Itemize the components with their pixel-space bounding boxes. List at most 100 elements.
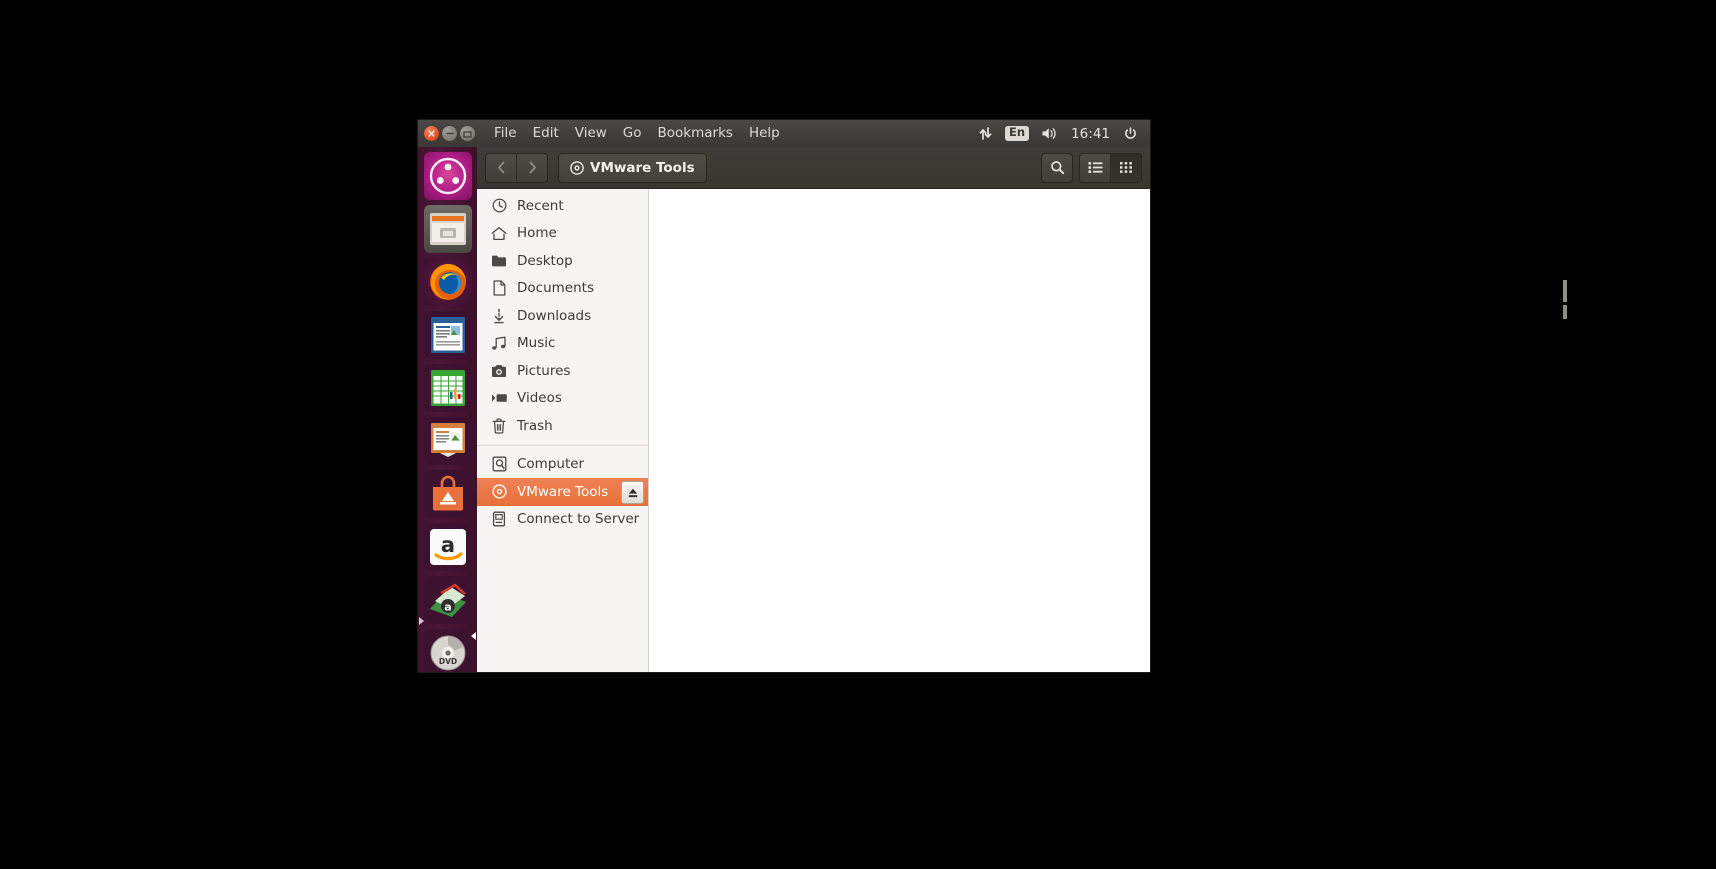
svg-text:DVD: DVD xyxy=(438,657,456,666)
sidebar-item-connect-to-server[interactable]: Connect to Server xyxy=(477,506,648,534)
menu-view[interactable]: View xyxy=(567,120,615,147)
camera-icon xyxy=(490,362,508,380)
help-icon: a xyxy=(429,583,466,617)
file-list-view[interactable] xyxy=(650,189,1150,672)
network-indicator[interactable] xyxy=(973,120,998,147)
forward-button[interactable] xyxy=(516,153,547,182)
keyboard-layout-badge: En xyxy=(1005,126,1030,141)
menu-bookmarks[interactable]: Bookmarks xyxy=(650,120,741,147)
system-tray: En 16:41 xyxy=(973,120,1150,147)
launcher-right-pip xyxy=(471,632,476,640)
file-manager-window: File Edit View Go Bookmarks Help En 16:4… xyxy=(418,120,1150,672)
navigation-buttons xyxy=(485,152,548,183)
breadcrumb-label: VMware Tools xyxy=(590,159,695,176)
sidebar-item-pictures[interactable]: Pictures xyxy=(477,357,648,385)
files-icon xyxy=(429,213,466,245)
sidebar-item-trash[interactable]: Trash xyxy=(477,412,648,440)
power-gear-icon xyxy=(1125,127,1136,139)
sidebar-item-home[interactable]: Home xyxy=(477,220,648,248)
libreoffice-calc-icon xyxy=(430,370,465,406)
launcher-item-files[interactable] xyxy=(423,205,472,253)
launcher-item-ubuntu-dash[interactable] xyxy=(423,152,472,200)
menu-file[interactable]: File xyxy=(486,120,525,147)
server-icon xyxy=(490,510,508,528)
svg-text:a: a xyxy=(444,601,451,614)
launcher-item-libreoffice-impress[interactable] xyxy=(423,417,472,465)
dvd-icon: DVD xyxy=(430,635,465,671)
sidebar-item-videos[interactable]: Videos xyxy=(477,385,648,413)
desktop-screen: File Edit View Go Bookmarks Help En 16:4… xyxy=(0,0,1716,869)
grid-view-button[interactable] xyxy=(1110,153,1141,182)
sidebar-item-label: Music xyxy=(517,335,556,352)
sidebar-item-label: Downloads xyxy=(517,307,592,324)
breadcrumb[interactable]: VMware Tools xyxy=(558,152,707,183)
menu-help[interactable]: Help xyxy=(741,120,788,147)
ubuntu-dash-icon xyxy=(429,157,466,195)
toolbar-right-group xyxy=(1041,152,1142,183)
video-icon xyxy=(490,389,508,407)
volume-indicator[interactable] xyxy=(1036,120,1063,147)
sidebar-item-music[interactable]: Music xyxy=(477,330,648,358)
sidebar-item-downloads[interactable]: Downloads xyxy=(477,302,648,330)
nautilus-body: VMware Tools Recent Home Desktop Documen… xyxy=(477,147,1150,672)
back-button[interactable] xyxy=(486,153,516,182)
chevron-left-icon xyxy=(497,161,504,174)
maximize-icon xyxy=(463,130,472,138)
maximize-button[interactable] xyxy=(460,126,475,141)
sidebar-item-vmware-tools[interactable]: VMware Tools xyxy=(477,478,648,506)
sidebar-item-recent[interactable]: Recent xyxy=(477,192,648,220)
minimize-icon xyxy=(445,132,454,135)
close-button[interactable] xyxy=(424,126,439,141)
sidebar-item-label: VMware Tools xyxy=(517,483,609,500)
sidebar-item-documents[interactable]: Documents xyxy=(477,275,648,303)
network-up-down-icon xyxy=(979,127,992,140)
launcher-item-amazon[interactable]: a xyxy=(423,523,472,571)
svg-text:a: a xyxy=(440,533,454,557)
menu-edit[interactable]: Edit xyxy=(525,120,567,147)
launcher-item-libreoffice-writer[interactable] xyxy=(423,311,472,359)
places-sidebar: Recent Home Desktop Documents Downloads … xyxy=(477,189,649,672)
sidebar-item-label: Home xyxy=(517,225,557,242)
home-icon xyxy=(490,224,508,242)
launcher-item-libreoffice-calc[interactable] xyxy=(423,364,472,412)
launcher-item-help[interactable]: a xyxy=(423,576,472,624)
folder-icon xyxy=(490,252,508,270)
unity-launcher: a a DVD xyxy=(418,147,477,672)
menu-go[interactable]: Go xyxy=(615,120,650,147)
sidebar-item-label: Recent xyxy=(517,197,564,214)
amazon-icon: a xyxy=(429,529,466,565)
menubar: File Edit View Go Bookmarks Help xyxy=(486,120,788,147)
launcher-item-vmware-tools-dvd[interactable]: DVD xyxy=(423,629,472,672)
sidebar-item-label: Computer xyxy=(517,456,585,473)
document-icon xyxy=(490,279,508,297)
keyboard-indicator[interactable]: En xyxy=(1000,120,1034,147)
music-note-icon xyxy=(490,334,508,352)
close-icon xyxy=(428,130,435,137)
session-indicator[interactable] xyxy=(1118,120,1143,147)
minimize-button[interactable] xyxy=(442,126,457,141)
sidebar-item-label: Documents xyxy=(517,280,594,297)
window-controls xyxy=(418,126,475,141)
sidebar-item-label: Trash xyxy=(517,417,553,434)
launcher-left-pip xyxy=(419,617,424,625)
search-button[interactable] xyxy=(1041,152,1073,183)
sidebar-separator xyxy=(477,444,648,446)
sidebar-item-desktop[interactable]: Desktop xyxy=(477,247,648,275)
download-arrow-icon xyxy=(490,307,508,325)
launcher-item-firefox[interactable] xyxy=(423,258,472,306)
eject-button[interactable] xyxy=(621,481,644,504)
search-icon xyxy=(1050,161,1064,175)
clock[interactable]: 16:41 xyxy=(1065,126,1116,142)
sidebar-item-label: Desktop xyxy=(517,252,573,269)
nautilus-toolbar: VMware Tools xyxy=(477,147,1150,189)
launcher-item-ubuntu-software[interactable] xyxy=(423,470,472,518)
optical-disc-icon xyxy=(490,483,508,501)
view-toggle-group xyxy=(1079,152,1142,183)
firefox-icon xyxy=(429,264,466,300)
scroll-edge-sliver-top xyxy=(1563,280,1567,302)
libreoffice-impress-icon xyxy=(430,423,465,457)
list-view-button[interactable] xyxy=(1080,153,1110,182)
sidebar-item-computer[interactable]: Computer xyxy=(477,451,648,479)
chevron-right-icon xyxy=(529,161,536,174)
hard-drive-icon xyxy=(490,455,508,473)
